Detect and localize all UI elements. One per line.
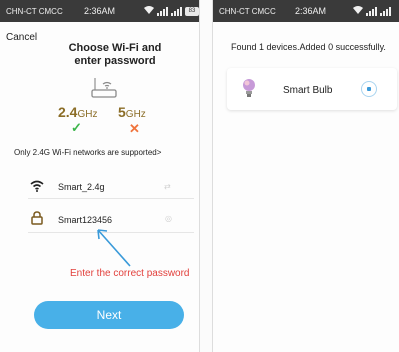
device-card[interactable]: Smart Bulb — [227, 68, 397, 110]
carrier-label: CHN-CT CMCC — [6, 7, 63, 16]
clock: 2:36AM — [295, 6, 327, 16]
wifi-status-icon — [144, 5, 154, 16]
device-result-screen: CHN-CT CMCC 2:36AM Found 1 devices.Added… — [212, 0, 399, 352]
status-bar: CHN-CT CMCC 2:36AM — [213, 0, 399, 22]
wifi-icon — [30, 179, 44, 197]
battery-icon: 83 — [185, 7, 199, 16]
device-select-radio[interactable] — [361, 81, 377, 97]
result-message: Found 1 devices.Added 0 successfully. — [231, 42, 386, 52]
cancel-button[interactable]: Cancel — [6, 32, 37, 43]
band-24ghz-label: 2.4GHz — [58, 104, 97, 120]
wifi-status-icon — [353, 5, 363, 16]
title-line-2: enter password — [74, 55, 156, 67]
signal-icon-2 — [380, 6, 391, 16]
page-title: Choose Wi-Fi and enter password — [40, 42, 190, 68]
support-note-link[interactable]: Only 2.4G Wi-Fi networks are supported> — [14, 148, 194, 157]
signal-icon-2 — [171, 6, 182, 16]
band-5ghz-value: 5 — [118, 104, 126, 120]
device-name: Smart Bulb — [283, 85, 333, 96]
switch-network-icon[interactable]: ⇄ — [164, 182, 171, 191]
router-icon — [90, 76, 118, 105]
password-field[interactable]: Smart123456 — [58, 215, 112, 225]
bulb-icon — [241, 78, 257, 105]
cross-icon: ✕ — [129, 121, 140, 136]
check-icon: ✓ — [71, 120, 82, 135]
next-button[interactable]: Next — [34, 301, 184, 329]
arrow-icon — [94, 226, 134, 273]
band-24ghz-value: 2.4 — [58, 104, 78, 120]
signal-icon — [157, 6, 168, 16]
status-icons — [353, 5, 391, 16]
band-24ghz-unit: GHz — [77, 109, 98, 120]
title-line-1: Choose Wi-Fi and — [68, 42, 162, 54]
band-5ghz-label: 5GHz — [118, 104, 146, 120]
show-password-icon[interactable]: ◎ — [165, 214, 172, 223]
band-5ghz-unit: GHz — [125, 109, 146, 120]
status-icons: 83 — [144, 5, 199, 16]
status-bar: CHN-CT CMCC 2:36AM 83 — [0, 0, 199, 22]
divider — [28, 198, 194, 199]
wifi-setup-screen: CHN-CT CMCC 2:36AM 83 Cancel Choose Wi-F… — [0, 0, 200, 352]
signal-icon — [366, 6, 377, 16]
clock: 2:36AM — [84, 6, 116, 16]
ssid-field[interactable]: Smart_2.4g — [58, 182, 105, 192]
carrier-label: CHN-CT CMCC — [219, 7, 276, 16]
password-hint: Enter the correct password — [70, 268, 190, 279]
lock-icon — [31, 211, 43, 230]
